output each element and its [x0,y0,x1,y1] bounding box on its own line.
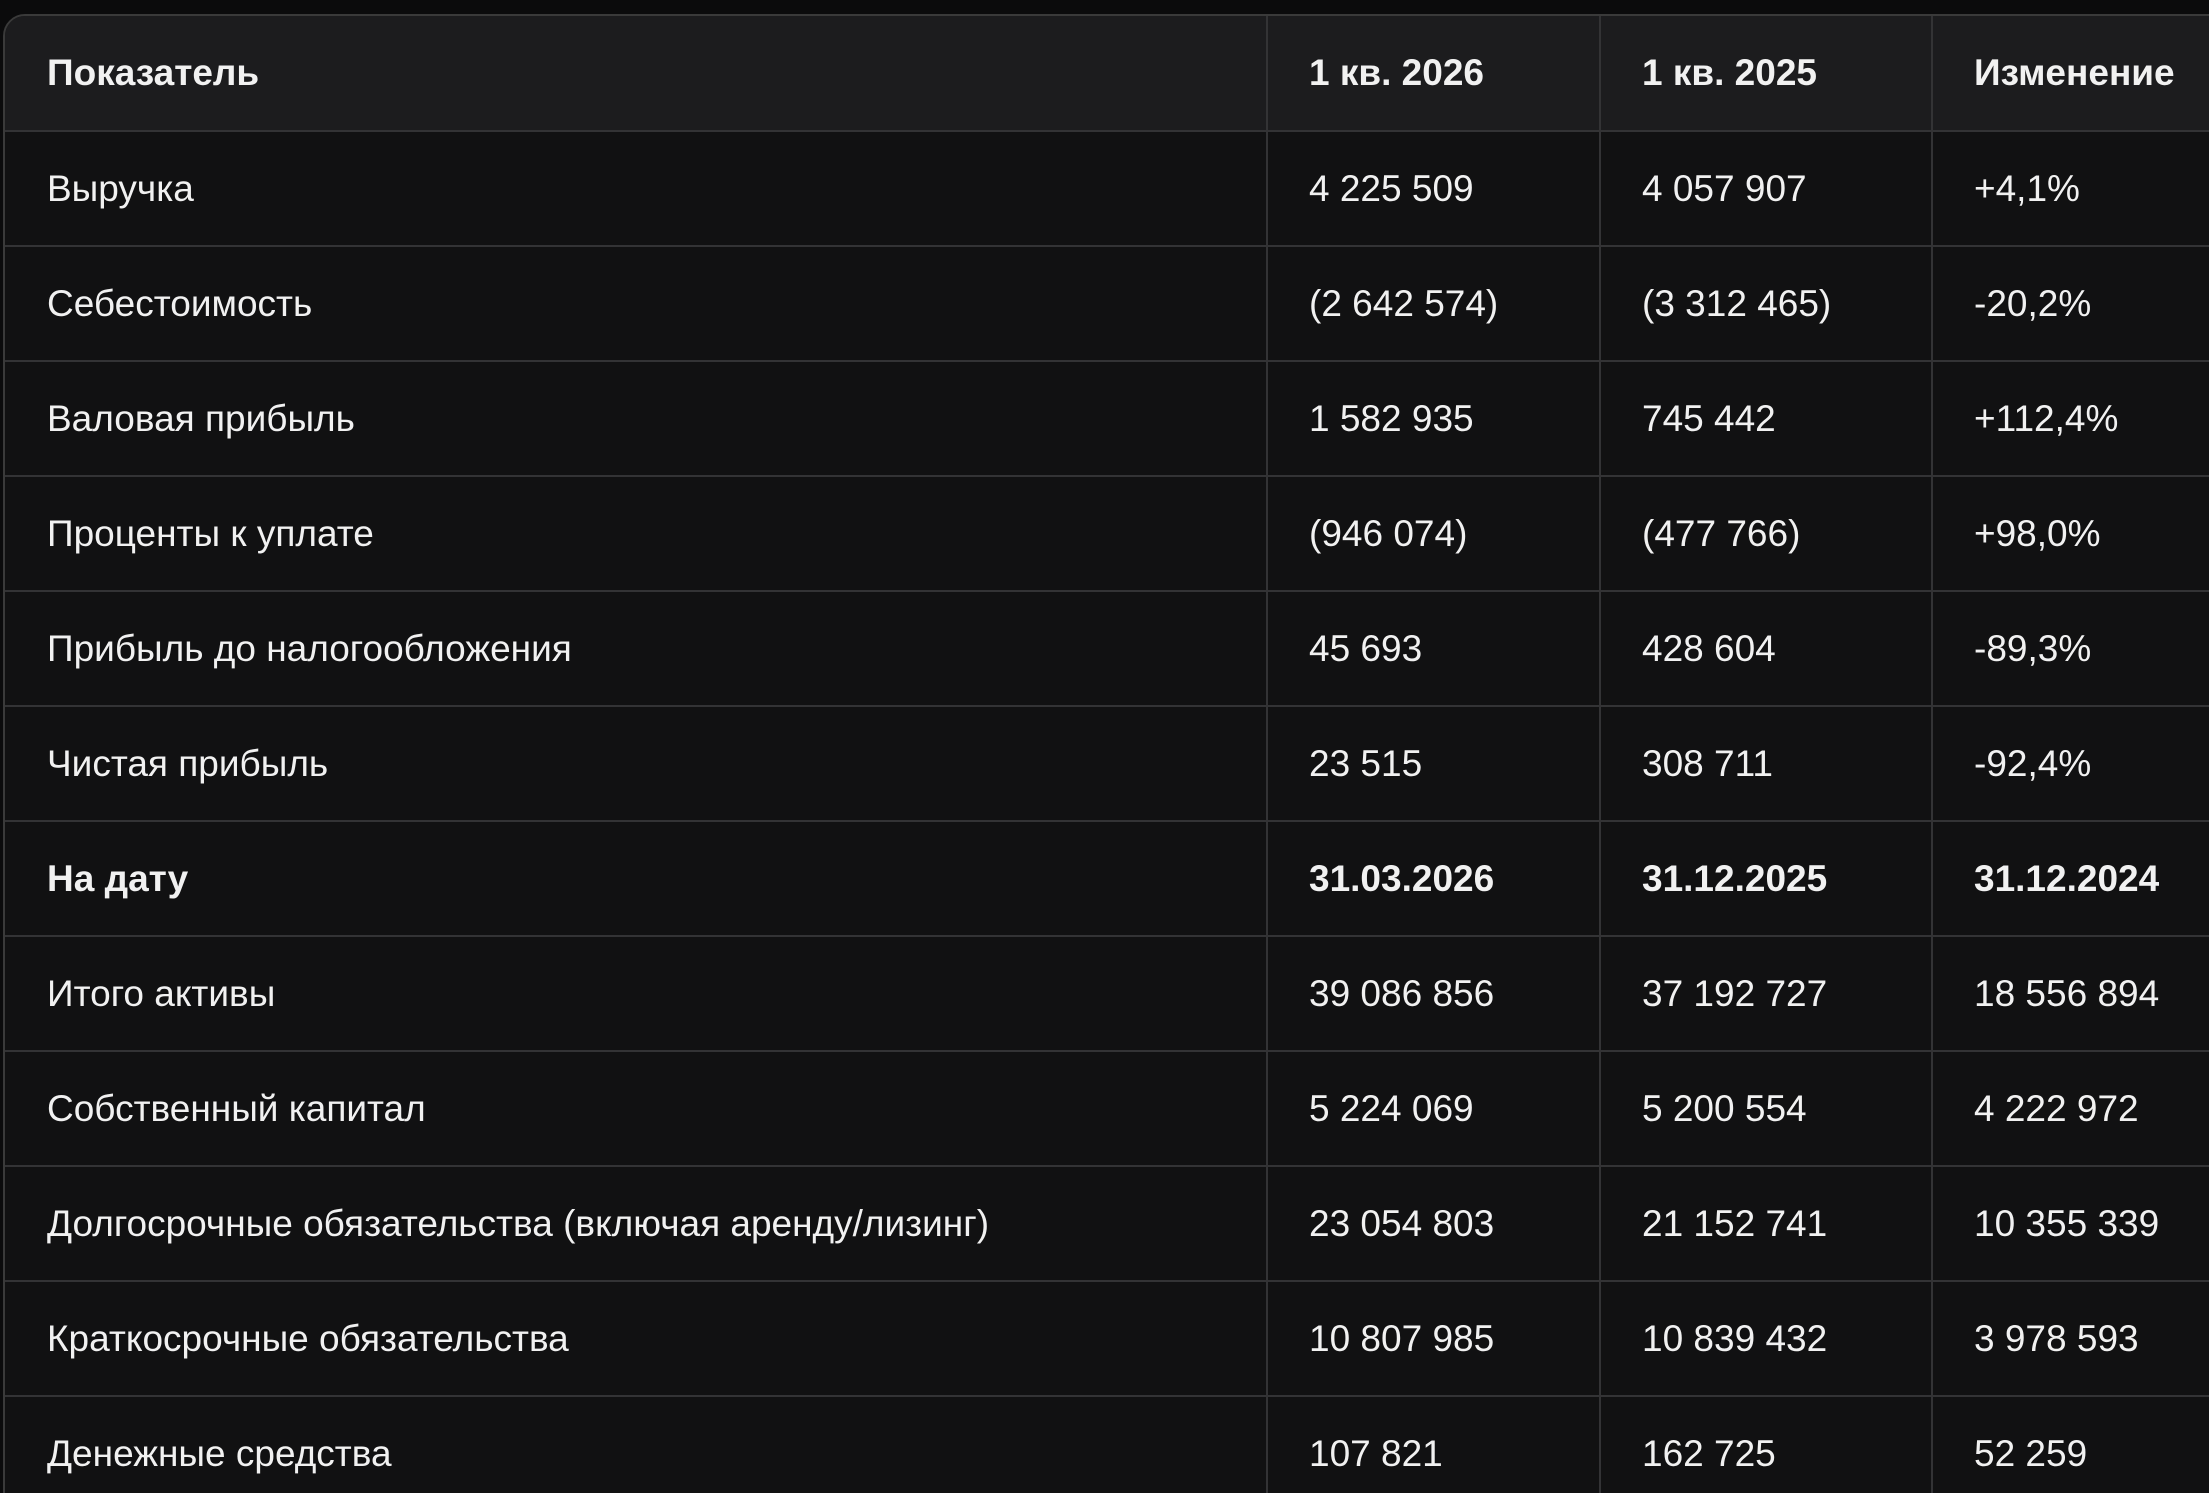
row-label: Долгосрочные обязательства (включая арен… [5,1166,1268,1282]
value-col-3: 10 355 339 [1932,1166,2209,1282]
value-col-1: (946 074) [1267,476,1601,592]
value-col-1: 31.03.2026 [1267,821,1601,937]
value-col-1: 39 086 856 [1267,936,1601,1052]
header-q1-2026: 1 кв. 2026 [1267,16,1601,132]
value-col-2: 5 200 554 [1600,1051,1933,1167]
header-q1-2025: 1 кв. 2025 [1600,16,1933,132]
table-row: Краткосрочные обязательства 10 807 985 10 … [5,1281,2209,1397]
value-col-2: (477 766) [1600,476,1933,592]
value-col-3: -20,2% [1932,246,2209,362]
table-row: Валовая прибыль 1 582 935 745 442 +112,4% [5,361,2209,477]
table-row: Денежные средства 107 821 162 725 52 259 [5,1396,2209,1493]
row-label: Итого активы [5,936,1268,1052]
table-body: Выручка 4 225 509 4 057 907 +4,1% Себестоимо… [5,131,2209,1493]
table-row: Чистая прибыль 23 515 308 711 -92,4% [5,706,2209,822]
value-col-3: 4 222 972 [1932,1051,2209,1167]
value-col-2: 10 839 432 [1600,1281,1933,1397]
row-label: Валовая прибыль [5,361,1268,477]
row-label: Собственный капитал [5,1051,1268,1167]
header-indicator: Показатель [5,16,1268,132]
value-col-2: 428 604 [1600,591,1933,707]
table-row: На дату 31.03.2026 31.12.2025 31.12.2024 [5,821,2209,937]
value-col-1: 1 582 935 [1267,361,1601,477]
table-row: Итого активы 39 086 856 37 192 727 18 556 8… [5,936,2209,1052]
table-row: Себестоимость (2 642 574) (3 312 465) -20,2… [5,246,2209,362]
row-label: Чистая прибыль [5,706,1268,822]
value-col-2: 745 442 [1600,361,1933,477]
financial-table: Показатель 1 кв. 2026 1 кв. 2025 Изменен… [5,16,2209,1493]
value-col-3: -92,4% [1932,706,2209,822]
table-row: Прибыль до налогообложения 45 693 428 604-… [5,591,2209,707]
row-label: Проценты к уплате [5,476,1268,592]
value-col-1: 10 807 985 [1267,1281,1601,1397]
value-col-2: (3 312 465) [1600,246,1933,362]
value-col-2: 21 152 741 [1600,1166,1933,1282]
header-change: Изменение [1932,16,2209,132]
value-col-1: 5 224 069 [1267,1051,1601,1167]
value-col-2: 31.12.2025 [1600,821,1933,937]
value-col-3: -89,3% [1932,591,2209,707]
table-row: Проценты к уплате (946 074) (477 766) +98,0… [5,476,2209,592]
value-col-3: +112,4% [1932,361,2209,477]
value-col-3: +98,0% [1932,476,2209,592]
value-col-3: 3 978 593 [1932,1281,2209,1397]
row-label: Выручка [5,131,1268,247]
value-col-1: 23 515 [1267,706,1601,822]
value-col-2: 162 725 [1600,1396,1933,1493]
table-header-row: Показатель 1 кв. 2026 1 кв. 2025 Изменен… [5,16,2209,132]
value-col-3: 18 556 894 [1932,936,2209,1052]
value-col-2: 37 192 727 [1600,936,1933,1052]
financial-table-container: Показатель 1 кв. 2026 1 кв. 2025 Изменен… [3,14,2209,1493]
value-col-1: 45 693 [1267,591,1601,707]
row-label: Денежные средства [5,1396,1268,1493]
row-label: Себестоимость [5,246,1268,362]
value-col-2: 4 057 907 [1600,131,1933,247]
value-col-1: 107 821 [1267,1396,1601,1493]
value-col-1: 23 054 803 [1267,1166,1601,1282]
row-label: Краткосрочные обязательства [5,1281,1268,1397]
value-col-3: +4,1% [1932,131,2209,247]
value-col-1: 4 225 509 [1267,131,1601,247]
table-row: Долгосрочные обязательства (включая арен… [5,1166,2209,1282]
table-row: Выручка 4 225 509 4 057 907 +4,1% [5,131,2209,247]
table-row: Собственный капитал 5 224 069 5 200 554 4 2… [5,1051,2209,1167]
row-label: На дату [5,821,1268,937]
value-col-2: 308 711 [1600,706,1933,822]
value-col-3: 52 259 [1932,1396,2209,1493]
row-label: Прибыль до налогообложения [5,591,1268,707]
value-col-3: 31.12.2024 [1932,821,2209,937]
value-col-1: (2 642 574) [1267,246,1601,362]
